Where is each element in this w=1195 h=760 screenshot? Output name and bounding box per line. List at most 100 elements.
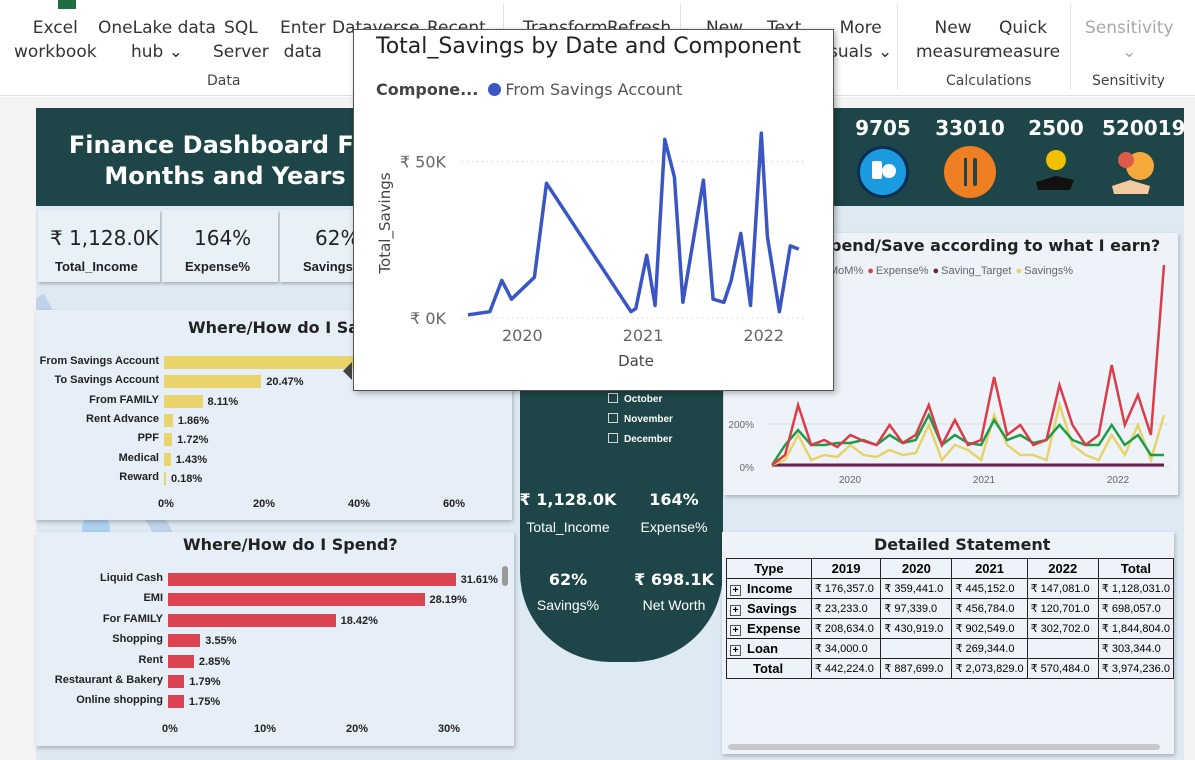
sensitivity-button[interactable]: Sensitivity ⌄	[1085, 16, 1174, 64]
month-filter-item[interactable]: October	[608, 393, 662, 405]
series-line-mom	[770, 412, 1164, 466]
ribbon-button-label: ⌄	[1122, 42, 1137, 62]
expand-plus-icon[interactable]: +	[730, 625, 741, 636]
bar-value-label: 1.75%	[188, 696, 221, 709]
bar[interactable]	[168, 613, 336, 627]
summary-expense-value: 164%	[649, 490, 699, 509]
bar[interactable]	[168, 675, 185, 688]
summary-net-worth-label: Net Worth	[642, 597, 706, 613]
statement-title: Detailed Statement	[874, 535, 1051, 554]
bar[interactable]	[164, 471, 166, 485]
row-type-label: Expense	[747, 621, 801, 636]
table-cell: ₹ 359,441.0	[880, 578, 953, 599]
table-cell: ₹ 1,128,031.0	[1097, 578, 1174, 599]
bar[interactable]	[164, 413, 173, 427]
bar[interactable]	[164, 452, 171, 466]
statement-table: Type 2019 2020 2021 2022 Total + Income ₹ 176,3…	[726, 558, 1174, 679]
checkbox[interactable]	[608, 393, 618, 403]
y-tick-label: 200%	[728, 420, 754, 431]
ribbon-button-label: suals ⌄	[829, 42, 893, 62]
row-type-cell[interactable]: + Loan	[726, 638, 812, 659]
month-filter-item[interactable]: December	[608, 433, 672, 445]
row-type-cell[interactable]: + Expense	[726, 618, 812, 639]
axis-tick-label: 40%	[348, 498, 371, 510]
x-tick-label: 2020	[839, 475, 862, 486]
spend-chart-scrollbar[interactable]	[502, 566, 508, 586]
bar-label: Reward	[119, 470, 159, 483]
ribbon-separator	[897, 4, 898, 90]
ribbon-button-label: Excel	[32, 18, 78, 38]
kpi-value-1: 9705	[855, 116, 911, 140]
row-type-label: Income	[747, 581, 793, 596]
ribbon-button-label: hub ⌄	[130, 42, 183, 62]
axis-tick-label: 0%	[158, 498, 174, 510]
expand-plus-icon[interactable]: +	[730, 645, 741, 656]
column-header[interactable]: Total	[1097, 558, 1174, 579]
bar-value-label: 1.79%	[189, 676, 221, 688]
column-header[interactable]: 2022	[1026, 558, 1099, 579]
y-tick-label: 0%	[740, 463, 755, 474]
column-header[interactable]: 2020	[880, 558, 953, 579]
ribbon-button-label: Sensitivity	[1085, 18, 1174, 38]
bar[interactable]	[168, 695, 184, 709]
expand-plus-icon[interactable]: +	[730, 585, 741, 596]
row-type-cell: Total	[726, 658, 812, 679]
table-cell: ₹ 2,073,829.0	[951, 658, 1028, 679]
card-value: ₹ 1,128.0K	[50, 226, 159, 250]
ribbon-button-label: Quick	[999, 18, 1048, 38]
bar[interactable]	[168, 593, 425, 607]
more-visuals-button[interactable]: More suals ⌄	[829, 16, 892, 64]
bar[interactable]	[164, 433, 173, 447]
table-cell: ₹ 302,702.0	[1026, 618, 1099, 639]
table-cell: ₹ 570,484.0	[1026, 658, 1099, 679]
bar[interactable]	[168, 634, 201, 648]
ribbon-button-label: New	[934, 18, 972, 38]
excel-workbook-button[interactable]: Excel workbook	[14, 16, 97, 64]
bar[interactable]	[164, 394, 203, 408]
summary-expense-label: Expense%	[640, 519, 708, 535]
row-type-cell[interactable]: + Income	[726, 578, 812, 599]
bar-value-label: 8.11%	[207, 395, 239, 408]
axis-tick-label: 10%	[254, 723, 277, 735]
restaurant-icon	[944, 146, 996, 198]
table-cell: ₹ 23,233.0	[810, 598, 882, 619]
ribbon-button-label: Server	[213, 42, 269, 62]
table-cell: ₹ 698,057.0	[1097, 598, 1174, 619]
card-total-income: ₹ 1,128.0K Total_Income	[38, 210, 160, 282]
bar-label: From FAMILY	[89, 393, 159, 406]
card-label: Total_Income	[55, 259, 138, 274]
enter-data-button[interactable]: Enter data	[280, 16, 326, 64]
table-cell: ₹ 902,549.0	[951, 618, 1028, 639]
kpi-value-2: 33010	[935, 116, 1005, 140]
bar-label: Rent Advance	[86, 412, 159, 425]
onelake-data-hub-button[interactable]: OneLake data hub ⌄	[98, 16, 216, 64]
bar[interactable]	[168, 573, 456, 586]
checkbox[interactable]	[608, 433, 618, 443]
bar[interactable]	[168, 654, 194, 668]
bar[interactable]	[164, 356, 354, 369]
statement-horizontal-scrollbar[interactable]	[728, 744, 1160, 750]
bar-value-label: 20.47%	[266, 376, 304, 389]
quick-measure-button[interactable]: Quick measure	[986, 16, 1060, 64]
excel-icon	[58, 0, 76, 9]
month-filter-item[interactable]: November	[608, 413, 673, 425]
dashboard-title-line2: Months and Years	[104, 162, 346, 190]
table-cell: ₹ 34,000.0	[810, 638, 882, 659]
table-cell: ₹ 303,344.0	[1097, 638, 1174, 659]
card-expense-percent: 164% Expense%	[162, 210, 278, 282]
column-header[interactable]: Type	[726, 558, 812, 579]
y-tick-label: ₹ 0K	[410, 309, 446, 328]
sql-server-button[interactable]: SQL Server	[213, 16, 269, 64]
new-measure-button[interactable]: New measure	[916, 16, 990, 64]
table-row: + Income ₹ 176,357.0 ₹ 359,441.0 ₹ 445,152.0…	[726, 578, 1174, 599]
expand-plus-icon[interactable]: +	[730, 605, 741, 616]
bar[interactable]	[164, 375, 262, 389]
column-header[interactable]: 2019	[810, 558, 882, 579]
row-type-cell[interactable]: + Savings	[726, 598, 812, 619]
bar-label: EMI	[143, 592, 163, 605]
checkbox[interactable]	[608, 413, 618, 423]
bar-value-label: 3.55%	[205, 635, 237, 648]
column-header[interactable]: 2021	[951, 558, 1028, 579]
bar-label: Restaurant & Bakery	[54, 674, 163, 686]
x-axis-label: Date	[618, 352, 654, 370]
